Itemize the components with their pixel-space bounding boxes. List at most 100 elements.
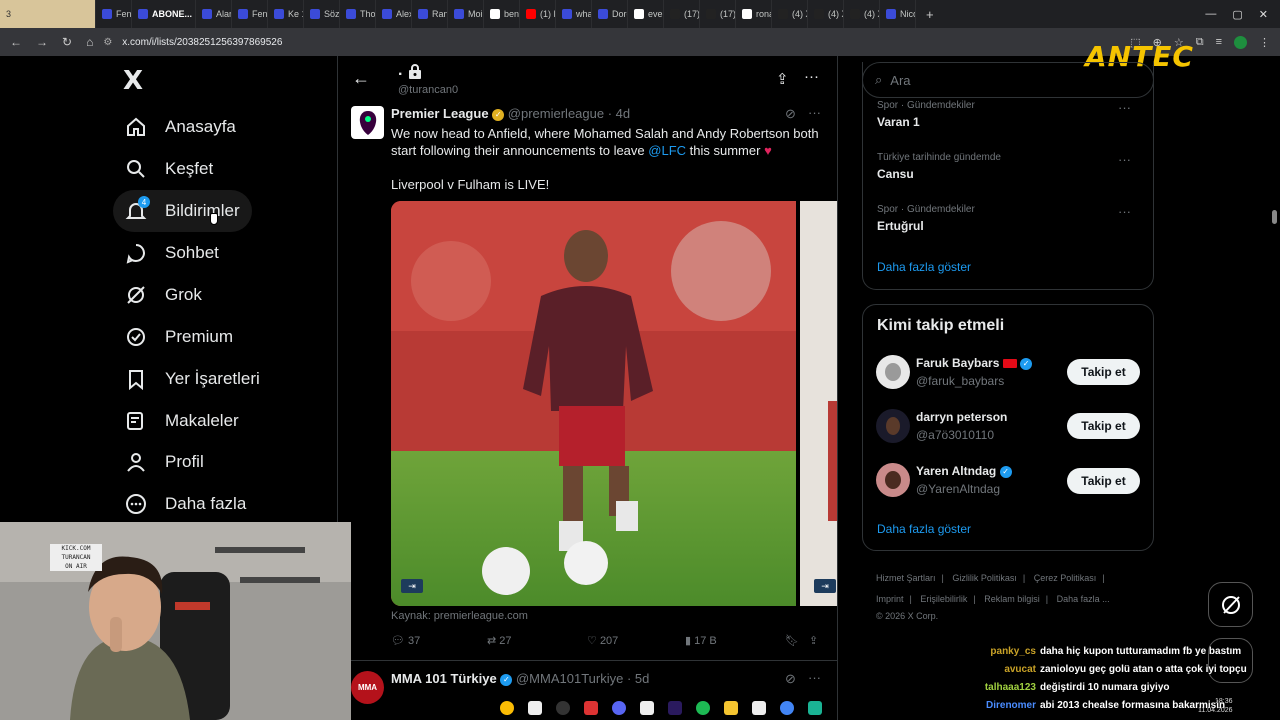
browser-tab[interactable]: (4) X (808, 0, 844, 28)
grok-icon[interactable]: ⊘ (785, 106, 796, 122)
nav-item-10[interactable]: Daha fazla (113, 483, 258, 525)
nav-item-8[interactable]: Makaleler (113, 400, 251, 442)
tweet-media-image[interactable]: ⇥ (391, 201, 796, 606)
browser-tab[interactable]: what (556, 0, 592, 28)
trend-item[interactable]: Spor · Gündemdekiler Ertuğrul ··· (877, 204, 1147, 233)
tweet-more-icon[interactable]: ··· (808, 670, 821, 685)
menu-icon[interactable]: ⋮ (1259, 36, 1270, 49)
browser-tab[interactable]: (17) (664, 0, 700, 28)
follow-button[interactable]: Takip et (1067, 359, 1140, 385)
browser-tab[interactable]: (4) X (844, 0, 880, 28)
avatar[interactable] (351, 106, 384, 139)
app-icon[interactable] (640, 700, 654, 715)
follow-button[interactable]: Takip et (1067, 413, 1140, 439)
url-field[interactable]: x.com/i/lists/2038251256397869526 (122, 37, 282, 48)
browser-tab[interactable]: (4) X (772, 0, 808, 28)
extensions-icon[interactable]: ⧉ (1196, 36, 1204, 49)
browser-tab[interactable]: Fenerb (96, 0, 132, 28)
browser-tab[interactable]: Ke 10 (268, 0, 304, 28)
user-name[interactable]: Faruk Baybars (916, 356, 999, 370)
mention-link[interactable]: @LFC (648, 143, 686, 158)
maximize-icon[interactable]: ▢ (1232, 8, 1242, 21)
home-icon[interactable]: ⌂ (86, 35, 93, 49)
discord-icon[interactable] (612, 700, 626, 715)
browser-tab[interactable]: Fene (232, 0, 268, 28)
system-clock[interactable]: 18:36 11.04.2026 (1198, 697, 1233, 715)
nav-item-2[interactable]: Keşfet (113, 148, 225, 190)
grok-icon[interactable]: ⊘ (785, 671, 796, 687)
list-owner-handle[interactable]: @turancan0 (398, 84, 458, 96)
nav-item-9[interactable]: Profil (113, 441, 216, 483)
footer-link[interactable]: Erişilebilirlik (920, 594, 967, 604)
premiere-icon[interactable] (668, 700, 682, 715)
browser-tab[interactable]: (1) H (520, 0, 556, 28)
nav-item-5[interactable]: Grok (113, 274, 214, 316)
tweet-time[interactable]: · 4d (608, 106, 630, 121)
footer-link[interactable]: Gizlilik Politikası (952, 573, 1017, 583)
minimize-icon[interactable]: — (1205, 8, 1216, 21)
tweet-more-icon[interactable]: ··· (808, 105, 821, 120)
app-icon[interactable] (808, 700, 822, 715)
profile-avatar[interactable] (1234, 35, 1247, 49)
author-name[interactable]: MMA 101 Türkiye (391, 671, 497, 686)
app-icon[interactable] (752, 700, 766, 715)
bookmark-icon[interactable]: 🔖︎ (785, 634, 799, 647)
nav-item-3[interactable]: 4 Bildirimler (113, 190, 252, 232)
tweet-media-image-2[interactable]: ⇥ (800, 201, 837, 606)
trend-more-icon[interactable]: ··· (1118, 204, 1131, 219)
author-name[interactable]: Premier League (391, 106, 489, 121)
trend-more-icon[interactable]: ··· (1118, 100, 1131, 115)
new-tab-button[interactable]: + (916, 7, 944, 22)
chrome-icon[interactable] (780, 700, 794, 715)
reply-button[interactable]: 💬︎ 37 (391, 634, 420, 647)
trend-more-icon[interactable]: ··· (1118, 152, 1131, 167)
nav-item-1[interactable]: Anasayfa (113, 106, 248, 148)
retweet-button[interactable]: ⇄ 27 (487, 634, 512, 647)
nav-item-7[interactable]: Yer İşaretleri (113, 358, 272, 400)
spotify-icon[interactable] (696, 700, 710, 715)
browser-tab[interactable]: Ranc (412, 0, 448, 28)
nav-item-4[interactable]: Sohbet (113, 232, 231, 274)
user-name[interactable]: Yaren Altndag (916, 464, 996, 478)
x-logo[interactable]: X (123, 66, 143, 96)
browser-tab[interactable]: benl (484, 0, 520, 28)
footer-link[interactable]: Imprint (876, 594, 904, 604)
footer-link[interactable]: Çerez Politikası (1034, 573, 1097, 583)
author-handle[interactable]: @premierleague (508, 106, 604, 121)
show-more-trends-link[interactable]: Daha fazla göster (877, 260, 971, 274)
grok-floating-button[interactable] (1208, 582, 1253, 627)
reload-icon[interactable]: ↻ (62, 35, 72, 49)
author-handle[interactable]: @MMA101Turkiye (516, 671, 623, 686)
follow-button[interactable]: Takip et (1067, 468, 1140, 494)
close-icon[interactable]: ✕ (1259, 8, 1268, 21)
app-icon[interactable] (528, 700, 542, 715)
back-icon[interactable]: ← (10, 35, 22, 49)
media-icon[interactable]: ≡ (1216, 36, 1222, 48)
app-icon[interactable] (584, 700, 598, 715)
browser-tab[interactable]: Alex (376, 0, 412, 28)
obs-icon[interactable] (556, 700, 570, 715)
views-button[interactable]: ▮ 17 B (685, 634, 717, 647)
trend-item[interactable]: Spor · Gündemdekiler Varan 1 ··· (877, 100, 1147, 129)
browser-tab[interactable]: ABONE... (132, 0, 196, 28)
site-info-icon[interactable]: ⚙ (103, 37, 112, 48)
chrome-icon[interactable] (500, 700, 514, 715)
footer-link[interactable]: Hizmet Şartları (876, 573, 936, 583)
scrollbar[interactable] (1272, 210, 1277, 224)
nav-item-6[interactable]: Premium (113, 316, 245, 358)
footer-link[interactable]: Daha fazla ... (1057, 594, 1110, 604)
browser-tab[interactable]: Dorg (592, 0, 628, 28)
browser-tab[interactable]: Moi (448, 0, 484, 28)
back-arrow-icon[interactable]: ← (352, 68, 370, 89)
avatar[interactable] (876, 463, 910, 497)
forward-icon[interactable]: → (36, 35, 48, 49)
share-icon[interactable]: ⇪ (776, 70, 789, 88)
source-link[interactable]: Kaynak: premierleague.com (391, 610, 528, 622)
browser-tab[interactable]: rona (736, 0, 772, 28)
footer-link[interactable]: Reklam bilgisi (984, 594, 1040, 604)
like-button[interactable]: ♡ 207 (587, 634, 618, 647)
user-name[interactable]: darryn peterson (916, 410, 1007, 424)
browser-tab[interactable]: Nico (880, 0, 916, 28)
trend-item[interactable]: Türkiye tarihinde gündemde Cansu ··· (877, 152, 1147, 181)
avatar[interactable]: MMA (351, 671, 384, 704)
